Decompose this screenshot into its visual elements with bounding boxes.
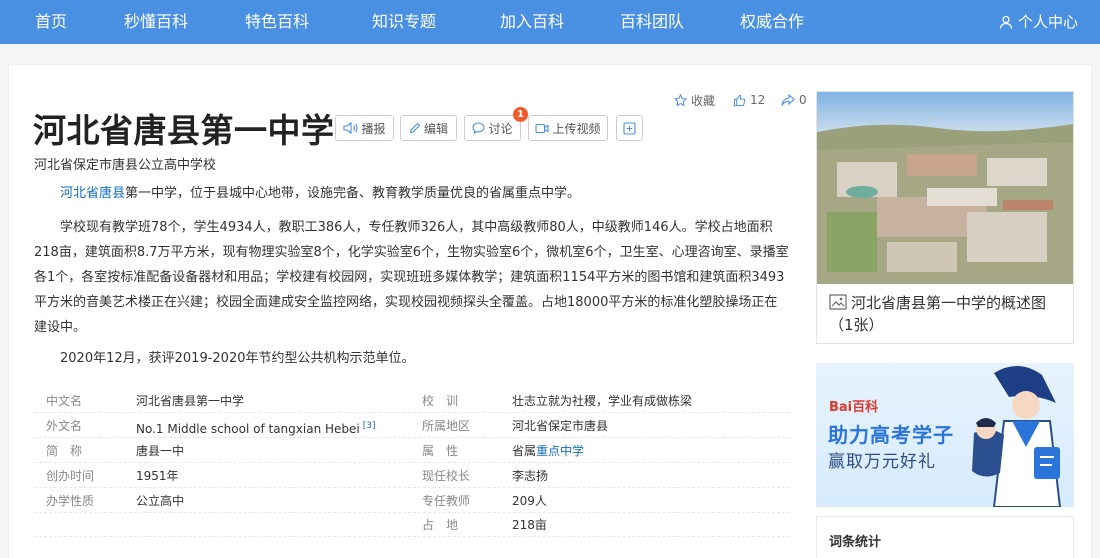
speaker-icon bbox=[343, 122, 359, 134]
info-row: 简 称 唐县一中 属 性 省属重点中学 bbox=[34, 439, 790, 463]
info-label: 简 称 bbox=[46, 444, 83, 458]
favorite-button[interactable]: 收藏 bbox=[674, 92, 715, 108]
info-value: 壮志立就为社稷，学业有成做栋梁 bbox=[512, 394, 693, 408]
info-row: 外文名 No.1 Middle school of tangxian Hebei… bbox=[34, 414, 790, 438]
like-button[interactable]: 12 bbox=[733, 92, 765, 108]
info-label: 占 地 bbox=[422, 518, 459, 532]
baike-logo: Bai百科 bbox=[829, 400, 879, 415]
album-caption-text: 河北省唐县第一中学的概述图（1张） bbox=[829, 294, 1047, 334]
share-icon bbox=[781, 93, 795, 106]
share-count: 0 bbox=[799, 93, 807, 107]
info-value-text: No.1 Middle school of tangxian Hebei bbox=[136, 422, 360, 436]
info-row: 办学性质 公立高中 专任教师 209人 bbox=[34, 489, 790, 513]
info-value-text: 省属 bbox=[512, 444, 537, 458]
like-count: 12 bbox=[750, 93, 766, 107]
link-hebei-tangxian[interactable]: 河北省唐县 bbox=[60, 186, 125, 201]
stats-title: 词条统计 bbox=[829, 535, 882, 550]
user-center-link[interactable]: 个人中心 bbox=[999, 0, 1078, 44]
info-value: 省属重点中学 bbox=[512, 439, 584, 463]
plus-square-icon bbox=[623, 121, 636, 135]
info-label: 属 性 bbox=[422, 444, 459, 458]
info-value: 1951年 bbox=[136, 469, 179, 483]
star-icon bbox=[674, 93, 687, 106]
album-card[interactable]: 河北省唐县第一中学的概述图（1张） bbox=[816, 91, 1074, 344]
info-value: 唐县一中 bbox=[136, 444, 185, 458]
nav-featured[interactable]: 特色百科 bbox=[245, 0, 309, 44]
video-camera-icon bbox=[535, 123, 550, 133]
info-value: 河北省保定市唐县 bbox=[512, 419, 609, 433]
discuss-button[interactable]: 讨论 bbox=[464, 115, 521, 141]
edit-button[interactable]: 编辑 bbox=[400, 115, 457, 141]
info-label: 现任校长 bbox=[422, 469, 471, 483]
info-row: 创办时间 1951年 现任校长 李志扬 bbox=[34, 464, 790, 488]
info-label: 校 训 bbox=[422, 394, 459, 408]
info-value: 218亩 bbox=[512, 518, 547, 532]
link-principal[interactable]: 李志扬 bbox=[512, 464, 548, 488]
upload-video-label: 上传视频 bbox=[552, 121, 601, 136]
info-label: 所属地区 bbox=[422, 419, 471, 433]
top-navigation: 首页 秒懂百科 特色百科 知识专题 加入百科 百科团队 权威合作 个人中心 bbox=[0, 0, 1100, 44]
promo-banner[interactable]: Bai百科 助力高考学子 赢取万元好礼 bbox=[816, 363, 1074, 507]
page-title: 河北省唐县第一中学 bbox=[33, 111, 335, 150]
info-row: 占 地 218亩 bbox=[34, 513, 790, 537]
edit-label: 编辑 bbox=[423, 121, 448, 136]
info-label: 办学性质 bbox=[46, 494, 95, 508]
info-label: 外文名 bbox=[46, 419, 83, 433]
share-button[interactable]: 0 bbox=[781, 92, 807, 108]
reference-link[interactable]: [3] bbox=[363, 421, 376, 431]
entry-subtitle: 河北省保定市唐县公立高中学校 bbox=[34, 158, 217, 173]
nav-home[interactable]: 首页 bbox=[35, 0, 67, 44]
album-caption[interactable]: 河北省唐县第一中学的概述图（1张） bbox=[829, 292, 1065, 336]
info-value: 河北省唐县第一中学 bbox=[136, 394, 245, 408]
thumbs-up-icon bbox=[733, 94, 746, 106]
entry-stats-card: 词条统计 bbox=[816, 516, 1074, 558]
image-icon bbox=[829, 294, 847, 310]
user-icon bbox=[999, 15, 1013, 29]
info-value: 209人 bbox=[512, 494, 547, 508]
info-value: 公立高中 bbox=[136, 494, 185, 508]
discuss-label: 讨论 bbox=[488, 121, 513, 136]
chat-bubble-icon bbox=[472, 122, 486, 134]
nav-team[interactable]: 百科团队 bbox=[620, 0, 684, 44]
nav-join[interactable]: 加入百科 bbox=[500, 0, 564, 44]
info-label: 中文名 bbox=[46, 394, 83, 408]
info-label: 创办时间 bbox=[46, 469, 95, 483]
user-center-label: 个人中心 bbox=[1017, 13, 1078, 31]
award-paragraph: 2020年12月，获评2019-2020年节约型公共机构示范单位。 bbox=[60, 351, 415, 366]
nav-topics[interactable]: 知识专题 bbox=[372, 0, 436, 44]
favorite-label: 收藏 bbox=[691, 93, 716, 108]
broadcast-button[interactable]: 播报 bbox=[335, 115, 394, 141]
campus-aerial-image bbox=[817, 92, 1073, 284]
info-value: No.1 Middle school of tangxian Hebei [3] bbox=[136, 414, 375, 441]
add-button[interactable] bbox=[616, 115, 643, 141]
upload-video-button[interactable]: 上传视频 bbox=[528, 115, 608, 141]
link-key-school[interactable]: 重点中学 bbox=[536, 444, 584, 458]
student-illustration bbox=[972, 365, 1062, 507]
broadcast-label: 播报 bbox=[361, 121, 386, 136]
summary-text: 第一中学，位于县城中心地带，设施完备、教育教学质量优良的省属重点中学。 bbox=[125, 186, 581, 201]
promo-headline: 助力高考学子 bbox=[828, 423, 954, 447]
campus-aerial-photo[interactable] bbox=[817, 92, 1073, 284]
discuss-badge: 1 bbox=[513, 107, 528, 122]
info-label: 专任教师 bbox=[422, 494, 471, 508]
nav-cooperation[interactable]: 权威合作 bbox=[740, 0, 804, 44]
nav-miaodong[interactable]: 秒懂百科 bbox=[124, 0, 188, 44]
summary-paragraph: 河北省唐县第一中学，位于县城中心地带，设施完备、教育教学质量优良的省属重点中学。 bbox=[34, 181, 790, 206]
description-paragraph: 学校现有教学班78个，学生4934人，教职工386人，专任教师326人，其中高级… bbox=[34, 220, 789, 335]
pencil-icon bbox=[409, 122, 421, 134]
promo-subheadline: 赢取万元好礼 bbox=[828, 452, 936, 472]
info-row: 中文名 河北省唐县第一中学 校 训 壮志立就为社稷，学业有成做栋梁 bbox=[34, 389, 790, 413]
